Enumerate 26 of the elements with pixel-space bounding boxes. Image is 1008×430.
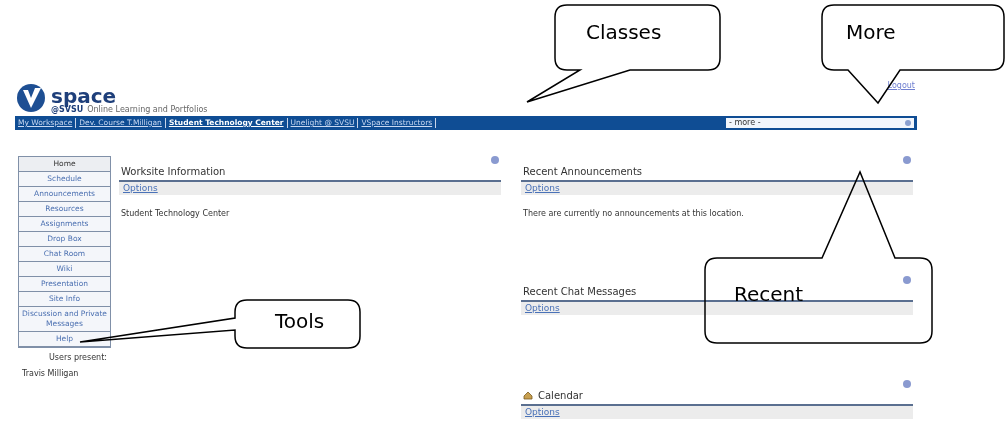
- callout-label: Recent: [734, 284, 804, 304]
- portlet-title: Recent Chat Messages: [523, 285, 637, 299]
- portlet-title: Recent Announcements: [523, 165, 643, 179]
- logo-text: space: [51, 86, 117, 106]
- help-icon[interactable]: [491, 156, 499, 164]
- options-link[interactable]: Options: [123, 184, 158, 193]
- home-icon: [523, 391, 533, 400]
- help-icon[interactable]: [903, 276, 911, 284]
- callout-label: More: [846, 22, 896, 42]
- options-link[interactable]: Options: [525, 304, 560, 313]
- portlet-text: Student Technology Center: [120, 208, 231, 220]
- help-icon[interactable]: [903, 156, 911, 164]
- dropdown-caret-icon: [905, 120, 911, 126]
- callout-label: Tools: [275, 311, 325, 331]
- portlet-title: Worksite Information: [121, 165, 226, 179]
- tagline: Online Learning and Portfolios: [87, 106, 208, 114]
- portlet-text: There are currently no announcements at this location.: [522, 208, 745, 220]
- callout-label: Classes: [586, 22, 662, 42]
- user-name: Travis Milligan: [22, 368, 80, 380]
- users-present-label: Users present:: [48, 352, 107, 364]
- logo-subtitle: @SVSU: [51, 106, 84, 114]
- portlet-title: Calendar: [538, 389, 583, 403]
- help-icon[interactable]: [903, 380, 911, 388]
- options-link[interactable]: Options: [525, 408, 560, 417]
- options-link[interactable]: Options: [525, 184, 560, 193]
- more-select[interactable]: - more -: [726, 118, 914, 128]
